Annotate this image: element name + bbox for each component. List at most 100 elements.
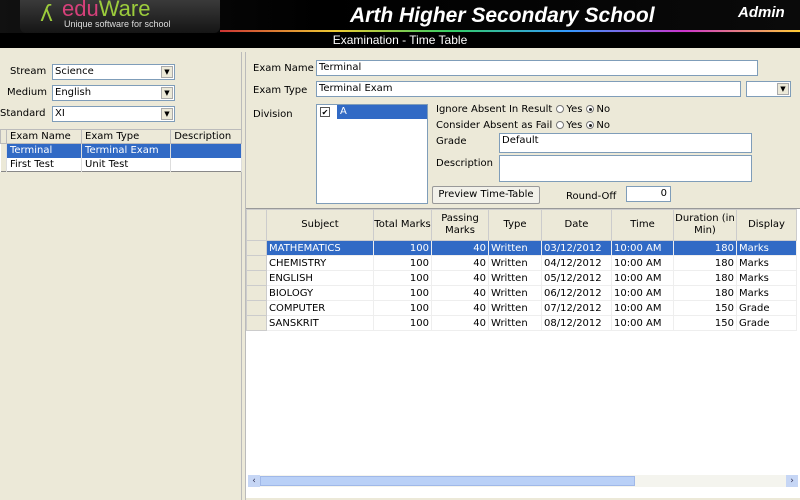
scroll-right-icon[interactable]: ›: [786, 475, 798, 487]
cell[interactable]: 100: [373, 285, 432, 301]
cell[interactable]: 05/12/2012: [541, 270, 612, 286]
chevron-down-icon[interactable]: ▼: [161, 87, 173, 99]
stream-select[interactable]: Science ▼: [52, 64, 175, 80]
cell[interactable]: Grade: [736, 300, 797, 316]
user-name[interactable]: Admin: [738, 4, 785, 21]
col-time[interactable]: Time: [611, 209, 674, 241]
col-total-marks[interactable]: Total Marks: [373, 209, 432, 241]
cell[interactable]: Written: [488, 255, 542, 271]
cell[interactable]: Unit Test: [81, 157, 172, 172]
col-type[interactable]: Type: [488, 209, 542, 241]
cell[interactable]: 03/12/2012: [541, 240, 612, 256]
cell[interactable]: [170, 143, 242, 158]
cell[interactable]: 08/12/2012: [541, 315, 612, 331]
exam-type-input[interactable]: Terminal Exam: [316, 81, 741, 97]
consider-absent-no-radio[interactable]: [586, 121, 595, 129]
description-input[interactable]: [499, 155, 752, 182]
cell[interactable]: 40: [431, 240, 489, 256]
cell[interactable]: SANSKRIT: [266, 315, 374, 331]
division-list[interactable]: A ✔: [316, 104, 428, 204]
cell[interactable]: 180: [673, 240, 737, 256]
division-item[interactable]: A: [337, 105, 427, 119]
row-header[interactable]: [246, 285, 267, 301]
chevron-down-icon[interactable]: ▼: [161, 108, 173, 120]
cell[interactable]: First Test: [6, 157, 83, 172]
cell[interactable]: 07/12/2012: [541, 300, 612, 316]
consider-absent-yes-radio[interactable]: [556, 121, 565, 129]
cell[interactable]: Grade: [736, 315, 797, 331]
cell[interactable]: 10:00 AM: [611, 270, 674, 286]
cell[interactable]: 150: [673, 300, 737, 316]
cell[interactable]: [170, 157, 242, 172]
row-header[interactable]: [246, 240, 267, 256]
table-row[interactable]: BIOLOGY 100 40 Written 06/12/2012 10:00 AM 180…: [246, 285, 797, 301]
cell[interactable]: Written: [488, 300, 542, 316]
cell[interactable]: Terminal Exam: [81, 143, 172, 158]
cell[interactable]: 40: [431, 255, 489, 271]
cell[interactable]: MATHEMATICS: [266, 240, 374, 256]
cell[interactable]: 10:00 AM: [611, 240, 674, 256]
cell[interactable]: 40: [431, 285, 489, 301]
cell[interactable]: 180: [673, 255, 737, 271]
cell[interactable]: CHEMISTRY: [266, 255, 374, 271]
roundoff-input[interactable]: 0: [626, 186, 671, 202]
col-subject[interactable]: Subject: [266, 209, 374, 241]
table-row[interactable]: SANSKRIT 100 40 Written 08/12/2012 10:00 AM 15…: [246, 315, 797, 331]
cell[interactable]: 06/12/2012: [541, 285, 612, 301]
cell[interactable]: 04/12/2012: [541, 255, 612, 271]
cell[interactable]: 100: [373, 255, 432, 271]
cell[interactable]: Marks: [736, 285, 797, 301]
table-row[interactable]: COMPUTER 100 40 Written 07/12/2012 10:00 AM 15…: [246, 300, 797, 316]
cell[interactable]: 180: [673, 270, 737, 286]
cell[interactable]: Marks: [736, 240, 797, 256]
medium-select[interactable]: English ▼: [52, 85, 175, 101]
col-display[interactable]: Display: [736, 209, 797, 241]
cell[interactable]: Written: [488, 285, 542, 301]
chevron-down-icon[interactable]: ▼: [161, 66, 173, 78]
col-description[interactable]: Description: [170, 129, 242, 144]
cell[interactable]: 10:00 AM: [611, 255, 674, 271]
row-header[interactable]: [246, 255, 267, 271]
cell[interactable]: Marks: [736, 270, 797, 286]
table-row[interactable]: MATHEMATICS 100 40 Written 03/12/2012 10:00 A…: [246, 240, 797, 256]
checkbox-checked-icon[interactable]: ✔: [320, 107, 330, 117]
row-header[interactable]: [246, 315, 267, 331]
col-exam-name[interactable]: Exam Name: [5, 129, 83, 144]
exam-name-input[interactable]: Terminal: [316, 60, 758, 76]
row-header[interactable]: [246, 300, 267, 316]
exam-type-dropdown[interactable]: ▼: [746, 81, 791, 97]
table-row[interactable]: ENGLISH 100 40 Written 05/12/2012 10:00 AM 180…: [246, 270, 797, 286]
cell[interactable]: 10:00 AM: [611, 300, 674, 316]
cell[interactable]: Terminal: [6, 143, 83, 158]
cell[interactable]: BIOLOGY: [266, 285, 374, 301]
cell[interactable]: Written: [488, 270, 542, 286]
cell[interactable]: COMPUTER: [266, 300, 374, 316]
table-row[interactable]: Terminal Terminal Exam: [0, 143, 242, 158]
col-date[interactable]: Date: [541, 209, 612, 241]
cell[interactable]: 100: [373, 315, 432, 331]
cell[interactable]: Written: [488, 240, 542, 256]
cell[interactable]: 180: [673, 285, 737, 301]
scroll-left-icon[interactable]: ‹: [248, 475, 260, 487]
cell[interactable]: Written: [488, 315, 542, 331]
standard-select[interactable]: XI ▼: [52, 106, 175, 122]
row-header[interactable]: [246, 270, 267, 286]
ignore-absent-no-radio[interactable]: [586, 105, 595, 113]
table-row[interactable]: First Test Unit Test: [0, 157, 242, 172]
cell[interactable]: 10:00 AM: [611, 285, 674, 301]
cell[interactable]: ENGLISH: [266, 270, 374, 286]
cell[interactable]: 40: [431, 315, 489, 331]
cell[interactable]: Marks: [736, 255, 797, 271]
col-exam-type[interactable]: Exam Type: [81, 129, 172, 144]
cell[interactable]: 100: [373, 240, 432, 256]
chevron-down-icon[interactable]: ▼: [777, 83, 789, 95]
grade-input[interactable]: Default: [499, 133, 752, 153]
horizontal-scrollbar[interactable]: ‹ ›: [248, 475, 798, 487]
col-duration[interactable]: Duration (in Min): [673, 209, 737, 241]
preview-timetable-button[interactable]: Preview Time-Table: [432, 186, 540, 204]
col-passing-marks[interactable]: Passing Marks: [431, 209, 489, 241]
cell[interactable]: 40: [431, 270, 489, 286]
cell[interactable]: 40: [431, 300, 489, 316]
cell[interactable]: 150: [673, 315, 737, 331]
cell[interactable]: 10:00 AM: [611, 315, 674, 331]
